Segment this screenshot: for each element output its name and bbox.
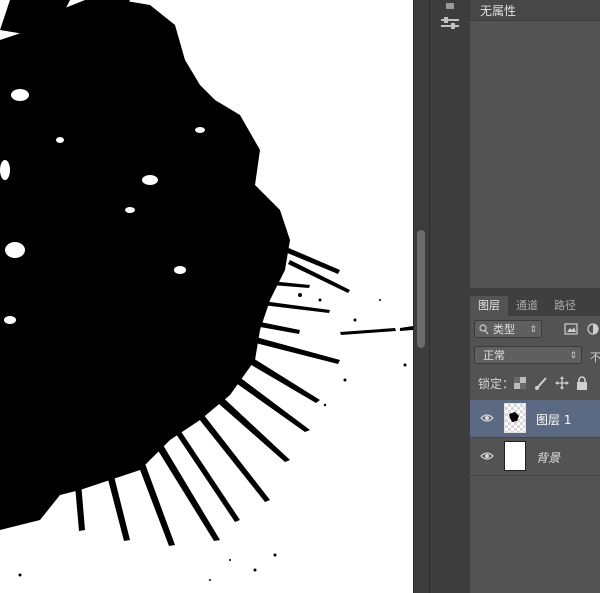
search-icon [479, 321, 489, 343]
layers-panel: 图层 通道 路径 类型 ⇕ 正常 ⇕ 不 锁定： 图层 1 背景 [470, 296, 600, 593]
properties-header: 无属性 [470, 0, 600, 21]
padlock-icon[interactable] [576, 376, 590, 390]
eye-icon[interactable] [480, 450, 494, 462]
document-canvas[interactable] [0, 0, 413, 593]
ink-splatter-artwork [0, 0, 413, 593]
eye-icon[interactable] [480, 412, 494, 424]
panel-grip-icon[interactable] [440, 0, 460, 16]
lock-row: 锁定： [470, 372, 600, 394]
tab-layers[interactable]: 图层 [470, 296, 508, 316]
updown-arrow-icon: ⇕ [569, 351, 577, 361]
layer-name[interactable]: 图层 1 [536, 411, 571, 428]
layers-panel-tabs: 图层 通道 路径 [470, 296, 600, 316]
filter-kind-label: 类型 [493, 323, 515, 336]
panel-divider[interactable] [470, 288, 600, 296]
panel-icon-strip [429, 0, 471, 593]
lock-label: 锁定： [478, 377, 515, 391]
updown-arrow-icon: ⇕ [529, 325, 537, 335]
blend-mode-select[interactable]: 正常 ⇕ [474, 346, 582, 364]
blend-mode-value: 正常 [483, 349, 505, 362]
layer-filter-row: 类型 ⇕ [470, 318, 600, 340]
tab-paths[interactable]: 路径 [546, 296, 584, 316]
adjustment-filter-icon[interactable] [586, 323, 600, 337]
tab-channels[interactable]: 通道 [508, 296, 546, 316]
layer-thumbnail [504, 403, 526, 433]
opacity-label: 不 [590, 351, 600, 364]
properties-panel: 无属性 [470, 0, 600, 288]
blend-mode-row: 正常 ⇕ 不 [470, 344, 600, 366]
layer-row-layer-1[interactable]: 图层 1 [470, 400, 600, 438]
layer-filter-kind-select[interactable]: 类型 ⇕ [474, 320, 542, 338]
image-filter-icon[interactable] [564, 323, 578, 337]
layer-name[interactable]: 背景 [536, 449, 560, 466]
layer-row-background[interactable]: 背景 [470, 438, 600, 476]
layer-thumbnail [504, 441, 526, 471]
checkerboard-lock-icon[interactable] [514, 377, 528, 391]
brush-lock-icon[interactable] [534, 376, 548, 390]
canvas-vertical-scrollbar[interactable] [413, 0, 430, 593]
scrollbar-thumb[interactable] [417, 230, 425, 348]
properties-title: 无属性 [480, 4, 517, 18]
move-lock-icon[interactable] [555, 376, 569, 390]
properties-panel-icon[interactable] [440, 16, 460, 32]
